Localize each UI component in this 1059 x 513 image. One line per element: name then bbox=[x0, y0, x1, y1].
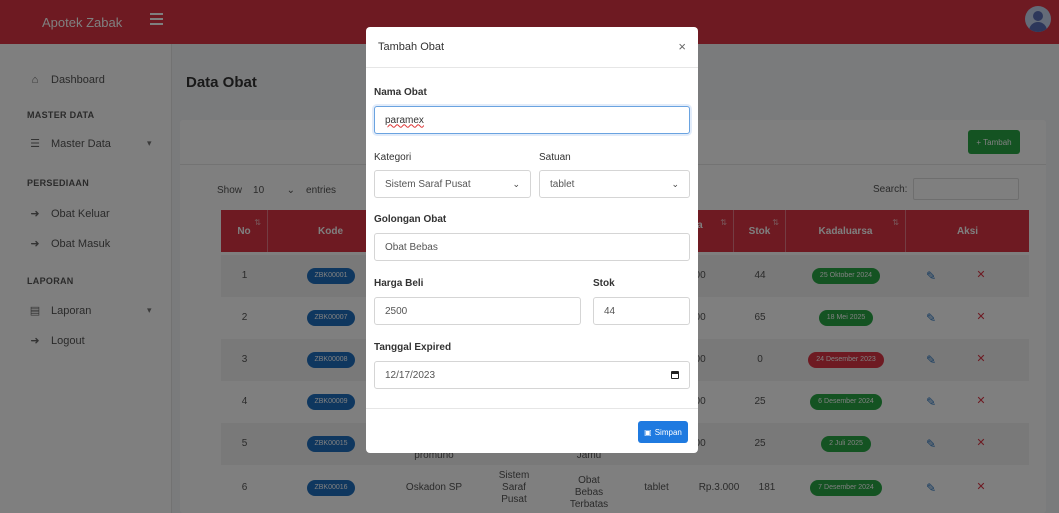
golongan-obat-select[interactable]: Obat Bebas bbox=[374, 233, 690, 261]
calendar-icon[interactable] bbox=[671, 371, 679, 379]
modal-footer-divider bbox=[366, 408, 698, 409]
tanggal-expired-label: Tanggal Expired bbox=[374, 342, 452, 353]
modal-title: Tambah Obat bbox=[378, 41, 445, 53]
nama-obat-label: Nama Obat bbox=[374, 87, 427, 98]
simpan-button[interactable]: ▣ Simpan bbox=[638, 421, 688, 443]
nama-obat-value: paramex bbox=[385, 114, 424, 126]
stok-value: 44 bbox=[604, 305, 616, 317]
nama-obat-input[interactable]: paramex bbox=[374, 106, 690, 134]
tanggal-expired-value: 12/17/2023 bbox=[385, 369, 436, 381]
kategori-label: Kategori bbox=[374, 152, 412, 163]
modal-header-divider bbox=[366, 67, 698, 68]
golongan-obat-label: Golongan Obat bbox=[374, 214, 447, 225]
kategori-select[interactable]: Sistem Saraf Pusat ⌄ bbox=[374, 170, 531, 198]
stok-label: Stok bbox=[593, 278, 615, 289]
harga-beli-label: Harga Beli bbox=[374, 278, 424, 289]
simpan-label: Simpan bbox=[654, 427, 682, 437]
satuan-select[interactable]: tablet ⌄ bbox=[539, 170, 690, 198]
chevron-down-icon: ⌄ bbox=[512, 178, 520, 189]
harga-beli-value: 2500 bbox=[385, 305, 408, 317]
satuan-value: tablet bbox=[550, 178, 575, 190]
stok-input[interactable]: 44 bbox=[593, 297, 690, 325]
golongan-obat-value: Obat Bebas bbox=[385, 241, 438, 253]
satuan-label: Satuan bbox=[539, 152, 571, 163]
kategori-value: Sistem Saraf Pusat bbox=[385, 178, 471, 190]
close-icon[interactable]: × bbox=[678, 39, 686, 54]
tambah-obat-modal: Tambah Obat × Nama Obat paramex Kategori… bbox=[366, 27, 698, 453]
harga-beli-input[interactable]: 2500 bbox=[374, 297, 581, 325]
tanggal-expired-input[interactable]: 12/17/2023 bbox=[374, 361, 690, 389]
chevron-down-icon: ⌄ bbox=[671, 178, 679, 189]
save-icon: ▣ bbox=[644, 427, 652, 437]
